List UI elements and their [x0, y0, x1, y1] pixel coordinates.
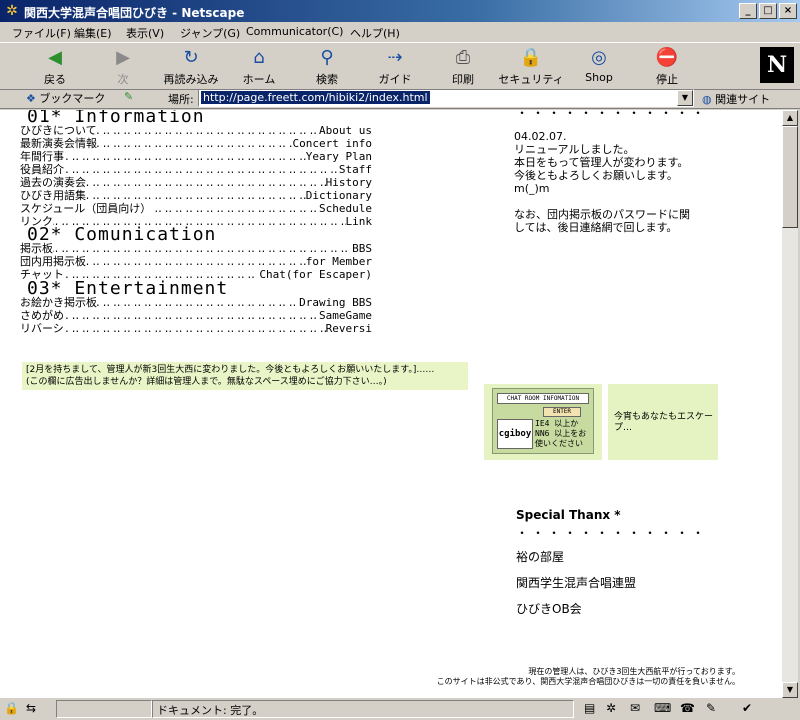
news-password-note: なお、団内掲示板のパスワードに関しては、後日連絡網で回します。 [514, 208, 690, 234]
back-button[interactable]: ◀ 戻る [22, 47, 88, 87]
window-controls: _ □ × [739, 3, 797, 19]
back-arrow-icon: ◀ [48, 47, 62, 68]
vertical-scrollbar[interactable]: ▲ ▼ [782, 110, 798, 698]
maximize-button[interactable]: □ [759, 3, 777, 19]
print-icon: ⎙ [455, 47, 471, 68]
menu-edit[interactable]: 編集(E) [74, 25, 112, 41]
online-status-icon[interactable]: ⇆ [26, 701, 36, 715]
title-bar: ✲ 関西大学混声合唱団ひびき - Netscape _ □ × [0, 0, 800, 22]
footer-disclaimer: このサイトは非公式であり、関西大学混声合唱団ひびきは一切の責任を負いません。 [436, 677, 740, 686]
cgiboy-logo: cgiboy [497, 419, 533, 449]
thanx-link[interactable]: 関西学生混声合唱連盟 [516, 574, 636, 591]
divider-dots: ・・・・・・・・・・・・ [516, 526, 709, 540]
page-proxy-icon[interactable]: ✎ [124, 90, 133, 103]
chat-banner-image[interactable]: CHAT ROOM INFOMATION ENTER cgiboy IE4 以上… [492, 388, 594, 454]
menu-row[interactable]: ‥‥‥‥‥‥‥‥‥‥‥‥‥‥‥‥‥‥‥‥‥‥‥‥‥‥‥‥‥‥‥‥‥‥‥‥‥‥‥‥… [20, 296, 372, 309]
status-text: ドキュメント: 完了。 [157, 704, 264, 717]
check-icon: ✔ [742, 701, 753, 715]
home-icon: ⌂ [253, 47, 265, 68]
close-button[interactable]: × [779, 3, 797, 19]
mail-icon[interactable]: ✉ [630, 701, 640, 715]
scroll-thumb[interactable] [782, 126, 798, 228]
menu-file[interactable]: ファイル(F) [12, 25, 71, 41]
netscape-app-icon: ✲ [6, 3, 18, 19]
shop-button[interactable]: ◎ Shop [566, 47, 632, 84]
bookmark-icon: ❖ [26, 92, 36, 105]
reload-button[interactable]: ↻ 再読み込み [158, 47, 224, 87]
chevron-down-icon[interactable]: ▼ [677, 90, 693, 106]
menu-row[interactable]: ‥‥‥‥‥‥‥‥‥‥‥‥‥‥‥‥‥‥‥‥‥‥‥‥‥‥‥‥‥‥‥‥‥‥‥‥‥‥‥‥… [20, 163, 372, 176]
security-button[interactable]: 🔒 セキュリティ [498, 47, 564, 87]
bookmarks-button[interactable]: ❖ ブックマーク [26, 90, 105, 106]
status-message-field: ドキュメント: 完了。 [152, 700, 574, 718]
netscape-logo[interactable]: N [760, 47, 794, 83]
stop-button[interactable]: ⛔ 停止 [634, 47, 700, 87]
menu-view[interactable]: 表示(V) [126, 25, 164, 41]
security-lock-icon[interactable]: 🔒 [4, 701, 19, 715]
menu-communicator[interactable]: Communicator(C) [246, 25, 343, 38]
thanx-link[interactable]: ひびきOB会 [516, 600, 582, 617]
lock-icon: 🔒 [519, 47, 543, 68]
window-title: 関西大学混声合唱団ひびき - Netscape [24, 6, 245, 20]
component-bar-icon[interactable]: ▤ [584, 701, 595, 715]
menu-row[interactable]: ‥‥‥‥‥‥‥‥‥‥‥‥‥‥‥‥‥‥‥‥‥‥‥‥‥‥‥‥‥‥‥‥‥‥‥‥‥‥‥‥… [20, 322, 372, 335]
news-date: 04.02.07. リニューアルしました。 本日をもって管理人が変わります。今後とも… [514, 130, 689, 195]
address-book-icon[interactable]: ☎ [680, 701, 695, 715]
news-box: 04.02.07. リニューアルしました。 本日をもって管理人が変わります。今後とも… [514, 130, 694, 247]
reload-icon: ↻ [183, 47, 199, 68]
navigation-toolbar: ◀ 戻る ▶ 次 ↻ 再読み込み ⌂ ホーム ⚲ 検索 ⇢ ガイド ⎙ 印刷 🔒… [0, 42, 800, 90]
guide-icon: ⇢ [387, 47, 403, 68]
newsgroup-icon[interactable]: ⌨ [654, 701, 671, 715]
progress-field [56, 700, 152, 718]
menu-row[interactable]: ‥‥‥‥‥‥‥‥‥‥‥‥‥‥‥‥‥‥‥‥‥‥‥‥‥‥‥‥‥‥‥‥‥‥‥‥‥‥‥‥… [20, 176, 372, 189]
menu-row[interactable]: ‥‥‥‥‥‥‥‥‥‥‥‥‥‥‥‥‥‥‥‥‥‥‥‥‥‥‥‥‥‥‥‥‥‥‥‥‥‥‥‥… [20, 255, 372, 268]
scroll-up-icon[interactable]: ▲ [782, 110, 798, 126]
location-label: 場所: [168, 93, 194, 106]
enter-button[interactable]: ENTER [543, 407, 581, 417]
page-content: 01* Information ‥‥‥‥‥‥‥‥‥‥‥‥‥‥‥‥‥‥‥‥‥‥‥‥… [0, 110, 782, 698]
location-toolbar: ❖ ブックマーク ✎ 場所: http://page.freett.com/hi… [0, 88, 800, 109]
search-button[interactable]: ⚲ 検索 [294, 47, 360, 87]
menu-row[interactable]: ‥‥‥‥‥‥‥‥‥‥‥‥‥‥‥‥‥‥‥‥‥‥‥‥‥‥‥‥‥‥‥‥‥‥‥‥‥‥‥‥… [20, 309, 372, 322]
related-sites-button[interactable]: ◍ 関連サイト [702, 91, 770, 107]
forward-arrow-icon: ▶ [116, 47, 130, 68]
home-button[interactable]: ⌂ ホーム [226, 47, 292, 87]
composer-icon[interactable]: ✎ [706, 701, 716, 715]
ad-banner: [2月を持ちまして、管理人が新3回生大西に変わりました。今後ともよろしくお願いい… [22, 362, 468, 390]
guide-button[interactable]: ⇢ ガイド [362, 47, 428, 87]
menu-jump[interactable]: ジャンプ(G) [180, 25, 240, 41]
menu-help[interactable]: ヘルプ(H) [350, 25, 400, 41]
stop-icon: ⛔ [655, 47, 679, 68]
search-icon: ⚲ [320, 47, 334, 68]
forward-button[interactable]: ▶ 次 [90, 47, 156, 87]
special-thanx-title: Special Thanx * [516, 508, 621, 522]
menu-row[interactable]: ‥‥‥‥‥‥‥‥‥‥‥‥‥‥‥‥‥‥‥‥‥‥‥‥‥‥‥‥‥‥‥‥‥‥‥‥‥‥‥‥… [20, 137, 372, 150]
menu-row[interactable]: ‥‥‥‥‥‥‥‥‥‥‥‥‥‥‥‥‥‥‥‥‥‥‥‥‥‥‥‥‥‥‥‥‥‥‥‥‥‥‥‥… [20, 202, 372, 215]
menu-row[interactable]: ‥‥‥‥‥‥‥‥‥‥‥‥‥‥‥‥‥‥‥‥‥‥‥‥‥‥‥‥‥‥‥‥‥‥‥‥‥‥‥‥… [20, 242, 372, 255]
escape-box: 今宵もあなたもエスケープ… [608, 384, 718, 460]
status-bar: 🔒 ⇆ ドキュメント: 完了。 ▤ ✲ ✉ ⌨ ☎ ✎ ✔ [0, 698, 800, 720]
scroll-down-icon[interactable]: ▼ [782, 682, 798, 698]
divider-dots: ・・・・・・・・・・・・ [516, 110, 709, 120]
chat-room-banner[interactable]: CHAT ROOM INFOMATION ENTER cgiboy IE4 以上… [484, 384, 602, 460]
minimize-button[interactable]: _ [739, 3, 757, 19]
menu-row[interactable]: ‥‥‥‥‥‥‥‥‥‥‥‥‥‥‥‥‥‥‥‥‥‥‥‥‥‥‥‥‥‥‥‥‥‥‥‥‥‥‥‥… [20, 150, 372, 163]
navigator-icon[interactable]: ✲ [606, 701, 616, 715]
related-icon: ◍ [702, 93, 712, 106]
print-button[interactable]: ⎙ 印刷 [430, 47, 496, 87]
menu-row[interactable]: ‥‥‥‥‥‥‥‥‥‥‥‥‥‥‥‥‥‥‥‥‥‥‥‥‥‥‥‥‥‥‥‥‥‥‥‥‥‥‥‥… [20, 189, 372, 202]
url-field[interactable]: http://page.freett.com/hibiki2/index.htm… [198, 89, 694, 107]
url-text[interactable]: http://page.freett.com/hibiki2/index.htm… [201, 91, 430, 104]
menu-bar: ファイル(F) 編集(E) 表示(V) ジャンプ(G) Communicator… [0, 22, 800, 42]
shop-icon: ◎ [591, 47, 607, 68]
menu-row[interactable]: ‥‥‥‥‥‥‥‥‥‥‥‥‥‥‥‥‥‥‥‥‥‥‥‥‥‥‥‥‥‥‥‥‥‥‥‥‥‥‥‥… [20, 124, 372, 137]
thanx-link[interactable]: 裕の部屋 [516, 548, 564, 565]
